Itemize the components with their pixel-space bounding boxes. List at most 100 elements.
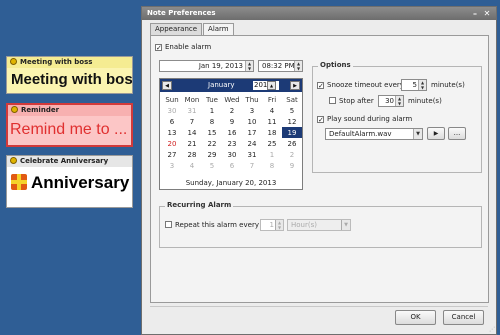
- calendar-day[interactable]: 7: [242, 160, 262, 171]
- calendar-day[interactable]: 31: [182, 105, 202, 116]
- time-spin-icon[interactable]: ▲ ▼: [294, 61, 302, 71]
- snooze-value: 5: [412, 81, 417, 89]
- calendar-day[interactable]: 26: [282, 138, 302, 149]
- prev-month-icon[interactable]: ◀: [162, 81, 172, 90]
- weekday-header: Wed: [224, 95, 240, 104]
- weekday-header: Sat: [286, 95, 298, 104]
- calendar-day[interactable]: 19: [282, 127, 302, 138]
- repeat-checkbox[interactable]: [165, 221, 172, 228]
- snooze-checkbox[interactable]: ✓: [317, 82, 324, 90]
- calendar-day[interactable]: 28: [182, 149, 202, 160]
- minimize-icon[interactable]: –: [470, 9, 480, 18]
- calendar-day[interactable]: 6: [222, 160, 242, 171]
- calendar-today[interactable]: Sunday, January 20, 2013: [160, 179, 302, 187]
- calendar-day[interactable]: 29: [202, 149, 222, 160]
- sound-file-select[interactable]: DefaultAlarm.wav ▼: [325, 128, 423, 140]
- close-icon[interactable]: ✕: [482, 9, 492, 18]
- calendar-day[interactable]: 23: [222, 138, 242, 149]
- calendar-day[interactable]: 17: [242, 127, 262, 138]
- calendar-day[interactable]: 21: [182, 138, 202, 149]
- calendar-day[interactable]: 5: [202, 160, 222, 171]
- chevron-down-icon[interactable]: ▼: [341, 220, 350, 230]
- calendar-day[interactable]: 2: [282, 149, 302, 160]
- note-header: Meeting with boss: [7, 57, 132, 68]
- calendar-day[interactable]: 20: [162, 138, 182, 149]
- calendar-day[interactable]: 9: [282, 160, 302, 171]
- calendar-day[interactable]: 8: [202, 116, 222, 127]
- calendar-day[interactable]: 5: [282, 105, 302, 116]
- ok-button[interactable]: OK: [395, 310, 436, 325]
- calendar-day[interactable]: 31: [242, 149, 262, 160]
- calendar-week-row: 3456789: [162, 160, 302, 171]
- calendar-day[interactable]: 13: [162, 127, 182, 138]
- calendar-day[interactable]: 25: [262, 138, 282, 149]
- calendar-day[interactable]: 27: [162, 149, 182, 160]
- calendar-day[interactable]: 8: [262, 160, 282, 171]
- calendar-day[interactable]: 16: [222, 127, 242, 138]
- tab-appearance[interactable]: Appearance: [150, 23, 203, 35]
- weekday-header: Fri: [267, 95, 277, 104]
- calendar-day[interactable]: 24: [242, 138, 262, 149]
- play-sound-checkbox[interactable]: ✓: [317, 116, 324, 124]
- note-body[interactable]: Meeting with boss: [7, 68, 132, 88]
- note-body[interactable]: Anniversary: [7, 167, 132, 193]
- calendar-day[interactable]: 3: [242, 105, 262, 116]
- calendar-day[interactable]: 30: [222, 149, 242, 160]
- year-spin-icon[interactable]: ▲: [267, 81, 276, 90]
- snooze-stepper[interactable]: 5 ▲ ▼: [401, 79, 427, 91]
- calendar-day[interactable]: 22: [202, 138, 222, 149]
- calendar-day[interactable]: 6: [162, 116, 182, 127]
- play-sound-button[interactable]: ▶: [427, 127, 445, 140]
- calendar-day[interactable]: 4: [262, 105, 282, 116]
- calendar-day[interactable]: 7: [182, 116, 202, 127]
- cancel-button[interactable]: Cancel: [443, 310, 484, 325]
- recurring-alarm-title: Recurring Alarm: [165, 201, 234, 209]
- calendar-day[interactable]: 30: [162, 105, 182, 116]
- alarm-panel: ✓ Enable alarm Jan 19, 2013 ▲ ▼ 08:32 PM ▲…: [150, 35, 489, 303]
- repeat-unit-select[interactable]: Hour(s) ▼: [287, 219, 351, 231]
- browse-sound-button[interactable]: ...: [448, 127, 466, 140]
- stop-after-spin-icon[interactable]: ▲ ▼: [395, 96, 403, 106]
- repeat-row: Repeat this alarm every: [165, 221, 259, 229]
- stop-after-checkbox[interactable]: [329, 97, 336, 104]
- weekday-header: Thu: [245, 95, 259, 104]
- repeat-label: Repeat this alarm every: [175, 221, 259, 229]
- calendar-day[interactable]: 4: [182, 160, 202, 171]
- chevron-down-icon[interactable]: ▼: [413, 129, 422, 139]
- note-body[interactable]: Remind me to ...: [8, 116, 131, 139]
- resize-grip-icon[interactable]: ⋰: [489, 326, 495, 333]
- stop-after-stepper[interactable]: 30 ▲ ▼: [378, 95, 404, 107]
- calendar-day[interactable]: 11: [262, 116, 282, 127]
- note-anniversary[interactable]: Celebrate Anniversary Anniversary: [6, 155, 133, 208]
- calendar-day[interactable]: 1: [202, 105, 222, 116]
- calendar-day[interactable]: 15: [202, 127, 222, 138]
- snooze-row: ✓ Snooze timeout every: [317, 81, 404, 90]
- calendar-day[interactable]: 3: [162, 160, 182, 171]
- calendar-month[interactable]: January: [208, 81, 235, 90]
- dialog-titlebar[interactable]: Note Preferences – ✕: [142, 7, 496, 20]
- calendar-day[interactable]: 9: [222, 116, 242, 127]
- repeat-spin-icon[interactable]: ▲ ▼: [275, 220, 283, 230]
- next-month-icon[interactable]: ▶: [290, 81, 300, 90]
- weekday-header: Mon: [184, 95, 200, 104]
- enable-alarm-checkbox[interactable]: ✓: [155, 44, 162, 52]
- calendar-week-row: 27 28 29 30 31 1 2: [162, 149, 302, 160]
- note-reminder[interactable]: Reminder Remind me to ...: [6, 103, 133, 147]
- snooze-spin-icon[interactable]: ▲ ▼: [418, 80, 426, 90]
- repeat-unit-value: Hour(s): [291, 221, 317, 229]
- repeat-stepper[interactable]: 1 ▲ ▼: [260, 219, 284, 231]
- note-meeting[interactable]: Meeting with boss Meeting with boss: [6, 56, 133, 94]
- date-spin-icon[interactable]: ▲ ▼: [245, 61, 253, 71]
- calendar-day[interactable]: 2: [222, 105, 242, 116]
- calendar-day[interactable]: 1: [262, 149, 282, 160]
- calendar-day[interactable]: 18: [262, 127, 282, 138]
- calendar-week-row: 13 14 15 16 17 18 19: [162, 127, 302, 138]
- calendar-day[interactable]: 14: [182, 127, 202, 138]
- calendar-day[interactable]: 12: [282, 116, 302, 127]
- date-picker[interactable]: Jan 19, 2013 ▲ ▼: [159, 60, 254, 72]
- calendar-day[interactable]: 10: [242, 116, 262, 127]
- note-icon: [10, 157, 17, 164]
- button-separator: [150, 306, 488, 307]
- time-picker[interactable]: 08:32 PM ▲ ▼: [258, 60, 303, 72]
- calendar-week-row: 20 21 22 23 24 25 26: [162, 138, 302, 149]
